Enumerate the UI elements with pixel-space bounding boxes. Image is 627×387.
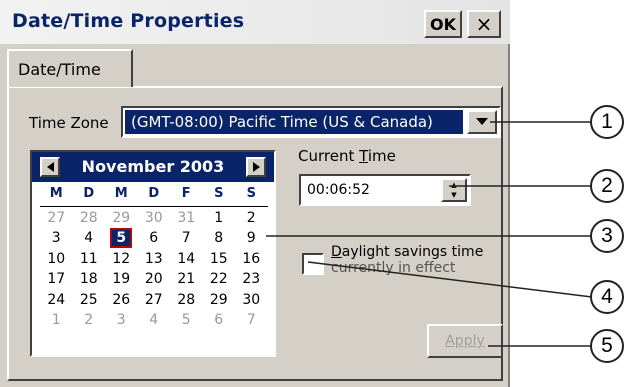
callout-4: 4 — [590, 280, 624, 314]
leader-line-4 — [307, 261, 593, 298]
callout-5: 5 — [590, 329, 624, 363]
callout-2: 2 — [590, 169, 624, 203]
tab-date-time[interactable]: Date/Time — [7, 49, 133, 87]
callout-1: 1 — [590, 105, 624, 139]
callout-3: 3 — [590, 219, 624, 253]
